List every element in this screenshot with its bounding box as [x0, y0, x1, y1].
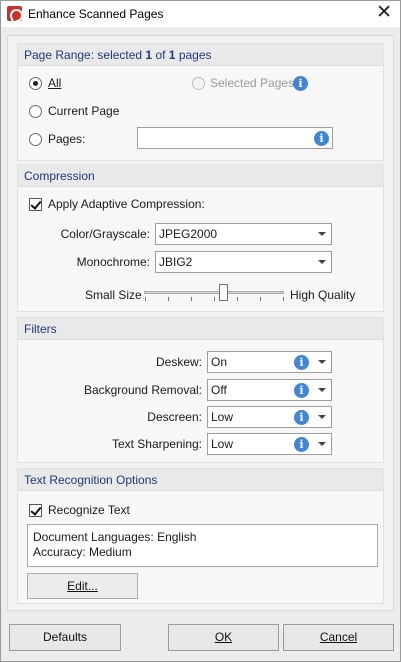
chevron-down-icon — [318, 232, 326, 236]
radio-selected-pages-label[interactable]: Selected Pages — [210, 76, 294, 90]
compression-heading: Compression — [18, 165, 383, 187]
radio-current-page-label[interactable]: Current Page — [48, 104, 119, 118]
filters-group: Filters Deskew: On i Background Removal:… — [17, 317, 384, 463]
chevron-down-icon — [318, 415, 326, 419]
page-range-group: Page Range: selected 1 of 1 pages All Se… — [17, 43, 384, 161]
small-size-label: Small Size — [85, 288, 142, 302]
title-bar: Enhance Scanned Pages ✕ — [1, 1, 400, 27]
monochrome-label: Monochrome: — [76, 255, 150, 269]
document-languages-text: Document Languages: English — [33, 530, 197, 544]
chevron-down-icon — [318, 260, 326, 264]
text-sharpening-info-icon[interactable]: i — [294, 437, 309, 452]
accuracy-text: Accuracy: Medium — [33, 545, 132, 559]
chevron-down-icon — [318, 388, 326, 392]
pages-info-icon[interactable]: i — [314, 131, 329, 146]
filters-heading: Filters — [18, 318, 383, 340]
recognize-text-label[interactable]: Recognize Text — [48, 503, 130, 517]
deskew-select[interactable]: On i — [207, 351, 332, 373]
adaptive-compression-checkbox[interactable] — [29, 198, 42, 211]
dialog-window: Enhance Scanned Pages ✕ Page Range: sele… — [0, 0, 401, 662]
radio-all[interactable] — [29, 77, 42, 90]
text-sharpening-label: Text Sharpening: — [111, 437, 202, 451]
text-sharpening-select[interactable]: Low i — [207, 433, 332, 455]
compression-group: Compression Apply Adaptive Compression: … — [17, 164, 384, 312]
pages-input[interactable]: i — [137, 127, 333, 149]
chevron-down-icon — [318, 360, 326, 364]
high-quality-label: High Quality — [290, 288, 356, 302]
color-grayscale-label: Color/Grayscale: — [60, 227, 150, 241]
text-recognition-heading: Text Recognition Options — [18, 469, 383, 491]
text-recognition-group: Text Recognition Options Recognize Text … — [17, 468, 384, 604]
radio-all-label[interactable]: All — [48, 76, 61, 90]
dialog-body: Page Range: selected 1 of 1 pages All Se… — [7, 35, 394, 611]
app-logo-icon — [7, 6, 22, 21]
quality-slider-thumb[interactable] — [219, 284, 228, 301]
ocr-settings-summary: Document Languages: English Accuracy: Me… — [27, 524, 378, 567]
descreen-label: Descreen: — [147, 410, 202, 424]
quality-slider[interactable] — [142, 281, 286, 305]
background-removal-select[interactable]: Off i — [207, 379, 332, 401]
selected-pages-info-icon[interactable]: i — [293, 76, 308, 91]
chevron-down-icon — [318, 442, 326, 446]
edit-button[interactable]: Edit... — [27, 573, 138, 599]
page-range-heading: Page Range: selected 1 of 1 pages — [18, 44, 383, 66]
cancel-button[interactable]: Cancel — [283, 624, 394, 651]
background-removal-label: Background Removal: — [83, 383, 202, 397]
recognize-text-checkbox[interactable] — [29, 504, 42, 517]
descreen-info-icon[interactable]: i — [294, 410, 309, 425]
deskew-info-icon[interactable]: i — [294, 355, 309, 370]
ok-button[interactable]: OK — [168, 624, 279, 651]
radio-pages-label[interactable]: Pages: — [48, 132, 85, 146]
adaptive-compression-label[interactable]: Apply Adaptive Compression: — [48, 197, 205, 211]
window-title: Enhance Scanned Pages — [28, 7, 164, 21]
radio-selected-pages[interactable] — [192, 77, 205, 90]
background-removal-info-icon[interactable]: i — [294, 383, 309, 398]
color-grayscale-select[interactable]: JPEG2000 — [155, 223, 332, 245]
defaults-button[interactable]: Defaults — [9, 624, 121, 651]
deskew-label: Deskew: — [155, 355, 202, 369]
monochrome-select[interactable]: JBIG2 — [155, 251, 332, 273]
descreen-select[interactable]: Low i — [207, 406, 332, 428]
radio-pages[interactable] — [29, 133, 42, 146]
close-icon[interactable]: ✕ — [376, 3, 392, 23]
radio-current-page[interactable] — [29, 105, 42, 118]
